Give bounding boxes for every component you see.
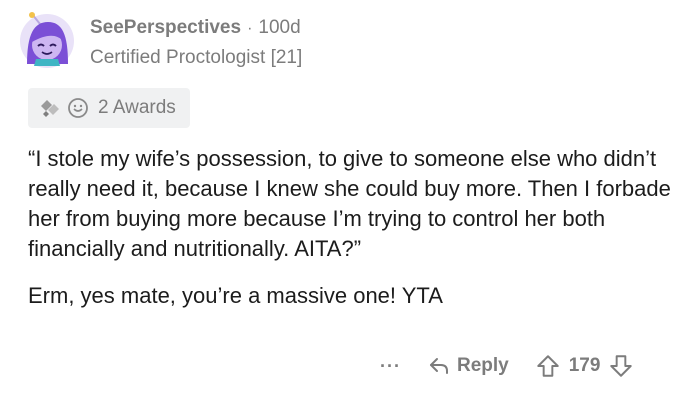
comment-paragraph: Erm, yes mate, you’re a massive one! YTA (28, 283, 443, 308)
vote-controls: 179 (535, 353, 635, 379)
award-icon (68, 98, 88, 118)
award-icon (41, 100, 59, 117)
reply-arrow-icon (429, 358, 448, 374)
comment-body: “I stole my wife’s possession, to give t… (28, 144, 688, 311)
ellipsis-icon: ··· (380, 355, 401, 376)
user-flair: Certified Proctologist [21] (90, 47, 303, 68)
upvote-arrow-icon[interactable] (535, 353, 561, 379)
awards-badge[interactable]: 2 Awards (28, 88, 190, 128)
avatar[interactable] (18, 12, 76, 70)
comment-age[interactable]: 100d (258, 16, 300, 40)
comment: SeePerspectives · 100d Certified Proctol… (0, 0, 700, 400)
separator-dot: · (247, 20, 253, 37)
comment-actions: ··· Reply 179 (380, 348, 634, 384)
username-link[interactable]: SeePerspectives (90, 16, 241, 40)
reply-button[interactable]: Reply (427, 354, 509, 378)
comment-header: SeePerspectives · 100d Certified Proctol… (90, 16, 302, 69)
downvote-arrow-icon[interactable] (608, 353, 634, 379)
reply-label: Reply (456, 355, 509, 376)
awards-count: 2 Awards (98, 97, 176, 118)
vote-score: 179 (568, 355, 601, 376)
comment-paragraph: “I stole my wife’s possession, to give t… (28, 146, 671, 261)
more-options-button[interactable]: ··· (380, 356, 401, 377)
